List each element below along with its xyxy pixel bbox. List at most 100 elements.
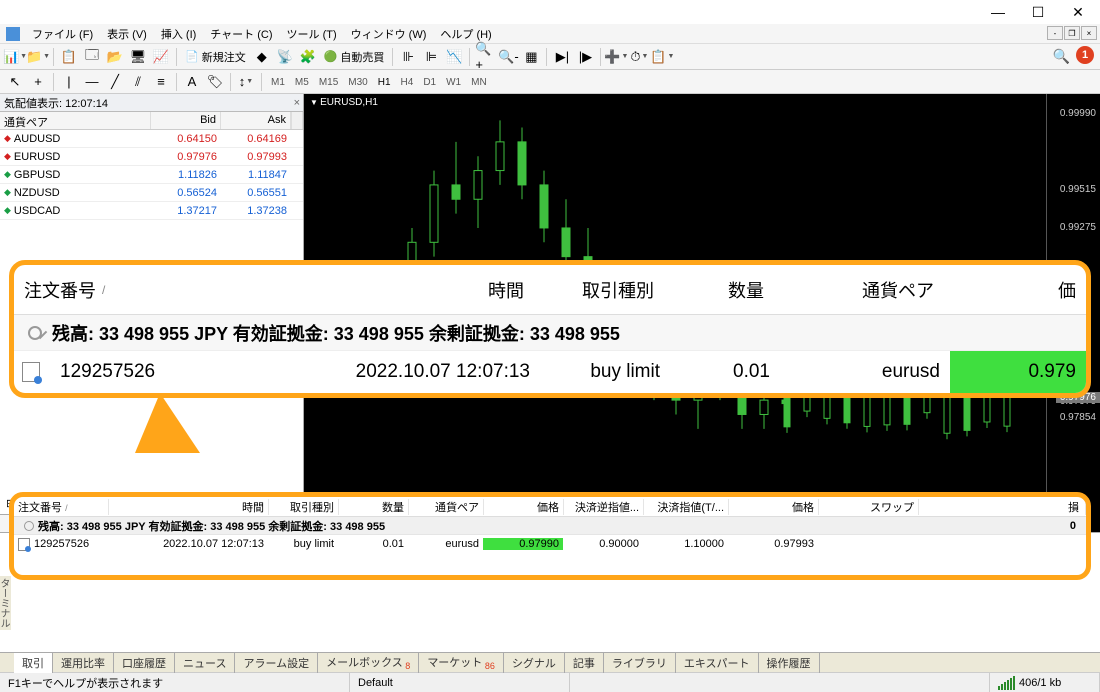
market-watch-close-icon[interactable]: × xyxy=(294,97,300,109)
terminal-tab-9[interactable]: ライブラリ xyxy=(604,653,676,673)
zoom-out-icon[interactable]: 🔍- xyxy=(497,46,519,68)
sm-col-vol[interactable]: 数量 xyxy=(339,499,409,515)
indicators-icon[interactable]: ➕▼ xyxy=(605,46,627,68)
terminal-tab-7[interactable]: シグナル xyxy=(504,653,565,673)
signals-icon[interactable]: 📡 xyxy=(274,46,296,68)
meta-icon[interactable]: ◆ xyxy=(251,46,273,68)
chart-line-icon[interactable]: 📉 xyxy=(443,46,465,68)
profiles-icon[interactable]: 📁▼ xyxy=(27,46,49,68)
templates-icon[interactable]: 📋▼ xyxy=(651,46,673,68)
big-col-pair[interactable]: 通貨ペア xyxy=(774,277,944,303)
menu-file[interactable]: ファイル (F) xyxy=(26,24,99,44)
timeframe-M1[interactable]: M1 xyxy=(266,75,290,90)
timeframe-M15[interactable]: M15 xyxy=(314,75,343,90)
menu-insert[interactable]: 挿入 (I) xyxy=(155,24,202,44)
sm-col-sl[interactable]: 決済逆指値... xyxy=(564,499,644,515)
timeframe-MN[interactable]: MN xyxy=(466,75,492,90)
mdi-close[interactable]: × xyxy=(1081,26,1097,40)
cursor-icon[interactable]: ↖ xyxy=(4,71,26,93)
label-icon[interactable]: 🏷 xyxy=(204,71,226,93)
auto-trade-button[interactable]: 🟢 自動売買 xyxy=(320,46,389,68)
mw-row-NZDUSD[interactable]: ◆ NZDUSD0.565240.56551 xyxy=(0,184,303,202)
timeframe-D1[interactable]: D1 xyxy=(418,75,441,90)
shift-icon[interactable]: ▶| xyxy=(551,46,573,68)
zoom-in-icon[interactable]: 🔍+ xyxy=(474,46,496,68)
terminal-tab-10[interactable]: エキスパート xyxy=(676,653,759,673)
fibo-icon[interactable]: ≡ xyxy=(150,71,172,93)
sm-col-order[interactable]: 注文番号 xyxy=(18,502,62,514)
sm-order-row[interactable]: 129257526 2022.10.07 12:07:13 buy limit … xyxy=(14,535,1086,553)
periods-icon[interactable]: ⏱▼ xyxy=(628,46,650,68)
big-col-time[interactable]: 時間 xyxy=(224,277,534,303)
menu-tool[interactable]: ツール (T) xyxy=(281,24,343,44)
col-ask[interactable]: Ask xyxy=(221,112,291,129)
channel-icon[interactable]: ⫽ xyxy=(127,71,149,93)
timeframe-M30[interactable]: M30 xyxy=(343,75,372,90)
timeframe-M5[interactable]: M5 xyxy=(290,75,314,90)
search-icon[interactable]: 🔍 xyxy=(1053,48,1070,65)
timeframe-W1[interactable]: W1 xyxy=(441,75,466,90)
hline-icon[interactable]: — xyxy=(81,71,103,93)
text-icon[interactable]: A xyxy=(181,71,203,93)
tester-icon[interactable]: 📈 xyxy=(150,46,172,68)
terminal-tab-11[interactable]: 操作履歴 xyxy=(759,653,820,673)
maximize-button[interactable]: ☐ xyxy=(1018,1,1058,23)
sm-col-pair[interactable]: 通貨ペア xyxy=(409,499,484,515)
terminal-tab-6[interactable]: マーケット 86 xyxy=(419,652,504,673)
close-button[interactable]: ✕ xyxy=(1058,1,1098,23)
sm-col-pl[interactable]: 損 xyxy=(919,499,1086,515)
sm-col-price2[interactable]: 価格 xyxy=(729,499,819,515)
status-profile[interactable]: Default xyxy=(350,673,570,692)
menu-window[interactable]: ウィンドウ (W) xyxy=(345,24,433,44)
menu-view[interactable]: 表示 (V) xyxy=(101,24,153,44)
sm-col-tp[interactable]: 決済指値(T/... xyxy=(644,499,729,515)
terminal-tab-0[interactable]: 取引 xyxy=(14,653,53,673)
sm-col-time[interactable]: 時間 xyxy=(109,499,269,515)
sm-col-swap[interactable]: スワップ xyxy=(819,499,919,515)
mw-row-EURUSD[interactable]: ◆ EURUSD0.979760.97993 xyxy=(0,148,303,166)
timeframe-H1[interactable]: H1 xyxy=(373,75,396,90)
terminal-tab-3[interactable]: ニュース xyxy=(175,653,235,673)
big-order-id: 129257526 xyxy=(50,361,230,383)
sm-col-price[interactable]: 価格 xyxy=(484,499,564,515)
big-order-row[interactable]: 129257526 2022.10.07 12:07:13 buy limit … xyxy=(14,351,1086,393)
navigator-icon[interactable]: 📂 xyxy=(104,46,126,68)
new-chart-icon[interactable]: 📊▼ xyxy=(4,46,26,68)
minimize-button[interactable]: — xyxy=(978,1,1018,23)
big-col-vol[interactable]: 数量 xyxy=(664,277,774,303)
tile-icon[interactable]: ▦ xyxy=(520,46,542,68)
mdi-min[interactable]: - xyxy=(1047,26,1063,40)
data-window-icon[interactable]: 🗔 xyxy=(81,46,103,68)
timeframe-H4[interactable]: H4 xyxy=(396,75,419,90)
terminal-tab-8[interactable]: 記事 xyxy=(565,653,604,673)
crosshair-icon[interactable]: + xyxy=(27,71,49,93)
terminal-tab-2[interactable]: 口座履歴 xyxy=(114,653,175,673)
chart-bar-icon[interactable]: ⊪ xyxy=(397,46,419,68)
expert-icon[interactable]: 🧩 xyxy=(297,46,319,68)
notification-badge[interactable]: 1 xyxy=(1076,46,1094,64)
col-symbol[interactable]: 通貨ペア xyxy=(0,112,151,129)
terminal-tab-4[interactable]: アラーム設定 xyxy=(235,653,318,673)
arrows-icon[interactable]: ↕▼ xyxy=(235,71,257,93)
mw-row-GBPUSD[interactable]: ◆ GBPUSD1.118261.11847 xyxy=(0,166,303,184)
status-connection[interactable]: 406/1 kb xyxy=(990,673,1100,692)
terminal-icon[interactable]: 🖥 xyxy=(127,46,149,68)
chart-candle-icon[interactable]: ⊫ xyxy=(420,46,442,68)
terminal-tab-5[interactable]: メールボックス 8 xyxy=(318,652,419,673)
big-col-type[interactable]: 取引種別 xyxy=(534,277,664,303)
trendline-icon[interactable]: ╱ xyxy=(104,71,126,93)
sm-col-type[interactable]: 取引種別 xyxy=(269,499,339,515)
market-watch-icon[interactable]: 📋 xyxy=(58,46,80,68)
col-bid[interactable]: Bid xyxy=(151,112,221,129)
menu-chart[interactable]: チャート (C) xyxy=(204,24,278,44)
mdi-restore[interactable]: ❐ xyxy=(1064,26,1080,40)
new-order-button[interactable]: 📄 新規注文 xyxy=(181,46,250,68)
mw-row-AUDUSD[interactable]: ◆ AUDUSD0.641500.64169 xyxy=(0,130,303,148)
auto-scroll-icon[interactable]: |▶ xyxy=(574,46,596,68)
vline-icon[interactable]: | xyxy=(58,71,80,93)
terminal-tab-1[interactable]: 運用比率 xyxy=(53,653,114,673)
big-col-price[interactable]: 価 xyxy=(944,277,1086,303)
market-watch-header: 通貨ペア Bid Ask xyxy=(0,112,303,130)
mw-row-USDCAD[interactable]: ◆ USDCAD1.372171.37238 xyxy=(0,202,303,220)
big-col-order[interactable]: 注文番号 xyxy=(24,277,96,303)
